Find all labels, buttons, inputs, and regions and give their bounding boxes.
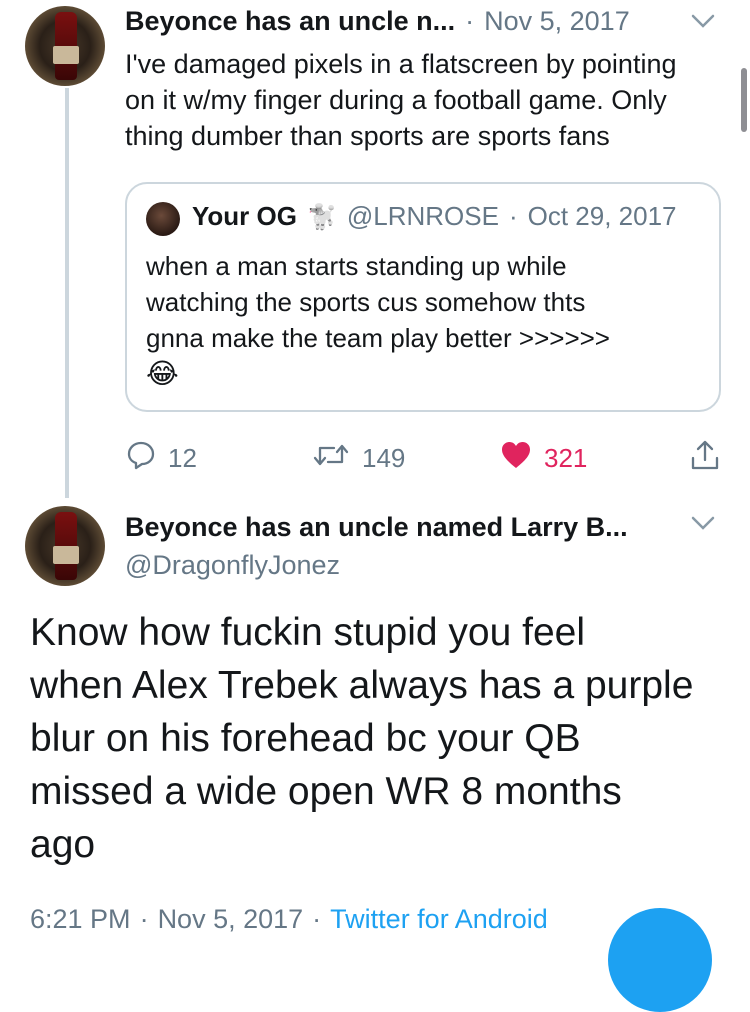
tweet-time: 6:21 PM (30, 904, 131, 934)
chevron-down-icon[interactable] (690, 514, 716, 537)
quote-display-name: Your OG (192, 201, 297, 231)
laughing-emoji: 😂 (146, 358, 179, 389)
quote-text-line: when a man starts standing up while (146, 251, 567, 281)
tweet2-text-line: blur on his forehead bc your QB (30, 717, 581, 760)
reply-icon (126, 440, 156, 477)
thread-connector-line (65, 88, 69, 498)
avatar-bottle-label (53, 46, 79, 64)
tweet1-text: I've damaged pixels in a flatscreen by p… (125, 46, 676, 154)
retweet-icon (312, 440, 350, 477)
tweet1-text-line: on it w/my finger during a football game… (125, 85, 667, 115)
retweet-count: 149 (362, 443, 406, 473)
share-icon[interactable] (688, 438, 722, 477)
quote-text: when a man starts standing up while watc… (146, 248, 610, 392)
quote-avatar (146, 202, 180, 236)
like-button[interactable]: 321 (500, 440, 587, 477)
quote-text-line: watching the sports cus somehow thts (146, 287, 586, 317)
quote-handle: @LRNROSE (346, 201, 499, 231)
tweet2-text: Know how fuckin stupid you feel when Ale… (30, 606, 693, 871)
heart-icon (500, 440, 532, 477)
poodle-emoji-badge: 🐩 (306, 204, 337, 231)
retweet-button[interactable]: 149 (312, 440, 405, 477)
tweet2-handle[interactable]: @DragonflyJonez (125, 550, 340, 581)
chevron-down-icon[interactable] (690, 12, 716, 35)
avatar-bottle-label (53, 546, 79, 564)
separator-dot: · (508, 201, 518, 231)
tweet1-text-line: thing dumber than sports are sports fans (125, 121, 610, 151)
scrollbar[interactable] (741, 68, 747, 132)
separator-dot: · (465, 6, 475, 36)
tweet1-display-name[interactable]: Beyonce has an uncle n... (125, 6, 455, 37)
tweet-source-link[interactable]: Twitter for Android (330, 904, 548, 935)
compose-fab[interactable] (608, 908, 712, 1012)
tweet-date: Nov 5, 2017 (157, 904, 304, 934)
reply-button[interactable]: 12 (126, 440, 197, 477)
tweet1-date[interactable]: Nov 5, 2017 (484, 6, 630, 37)
quote-header: Your OG 🐩 @LRNROSE · Oct 29, 2017 (192, 201, 677, 232)
separator-dot: · (312, 904, 322, 934)
avatar[interactable] (25, 506, 105, 586)
like-count: 321 (544, 443, 588, 473)
separator-dot: · (139, 904, 149, 934)
reply-count: 12 (168, 443, 197, 473)
tweet2-text-line: when Alex Trebek always has a purple (30, 664, 694, 707)
tweet1-header: Beyonce has an uncle n... · Nov 5, 2017 (125, 6, 630, 37)
quote-date: Oct 29, 2017 (527, 201, 677, 231)
tweet2-text-line: missed a wide open WR 8 months (30, 770, 622, 813)
tweet2-footer: 6:21 PM · Nov 5, 2017 · Twitter for Andr… (30, 904, 548, 935)
tweet2-display-name[interactable]: Beyonce has an uncle named Larry B... (125, 512, 628, 543)
tweet1-text-line: I've damaged pixels in a flatscreen by p… (125, 49, 677, 79)
avatar[interactable] (25, 6, 105, 86)
quote-text-line: gnna make the team play better >>>>>> (146, 323, 610, 353)
tweet2-text-line: Know how fuckin stupid you feel (30, 611, 585, 654)
tweet2-text-line: ago (30, 823, 96, 866)
